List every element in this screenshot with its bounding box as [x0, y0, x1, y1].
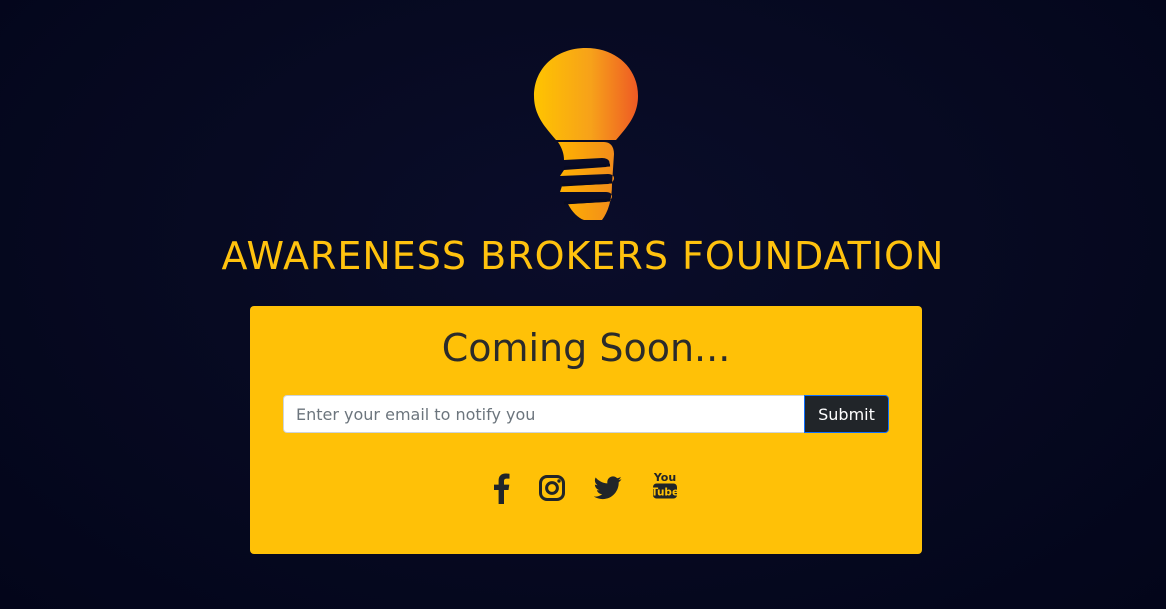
twitter-link[interactable] [594, 470, 622, 506]
instagram-link[interactable] [538, 470, 566, 506]
coming-soon-heading: Coming Soon... [441, 326, 731, 370]
twitter-icon [594, 476, 622, 500]
instagram-icon [539, 475, 565, 501]
youtube-you-text: You [653, 471, 676, 484]
coming-soon-card: Coming Soon... Submit [250, 306, 922, 554]
youtube-link[interactable]: You Tube [652, 470, 678, 506]
facebook-link[interactable] [491, 470, 511, 506]
landing-page: AWARENESS BROKERS FOUNDATION Coming Soon… [0, 0, 1166, 609]
social-links: You Tube [250, 470, 922, 506]
submit-button[interactable]: Submit [804, 395, 889, 433]
youtube-icon: You Tube [652, 471, 678, 499]
youtube-tube-text: Tube [652, 487, 678, 499]
notify-form: Submit [283, 395, 889, 433]
lightbulb-hand-logo [528, 44, 644, 224]
organization-title: AWARENESS BROKERS FOUNDATION [221, 234, 945, 278]
facebook-icon [494, 473, 510, 504]
email-input[interactable] [283, 395, 804, 433]
